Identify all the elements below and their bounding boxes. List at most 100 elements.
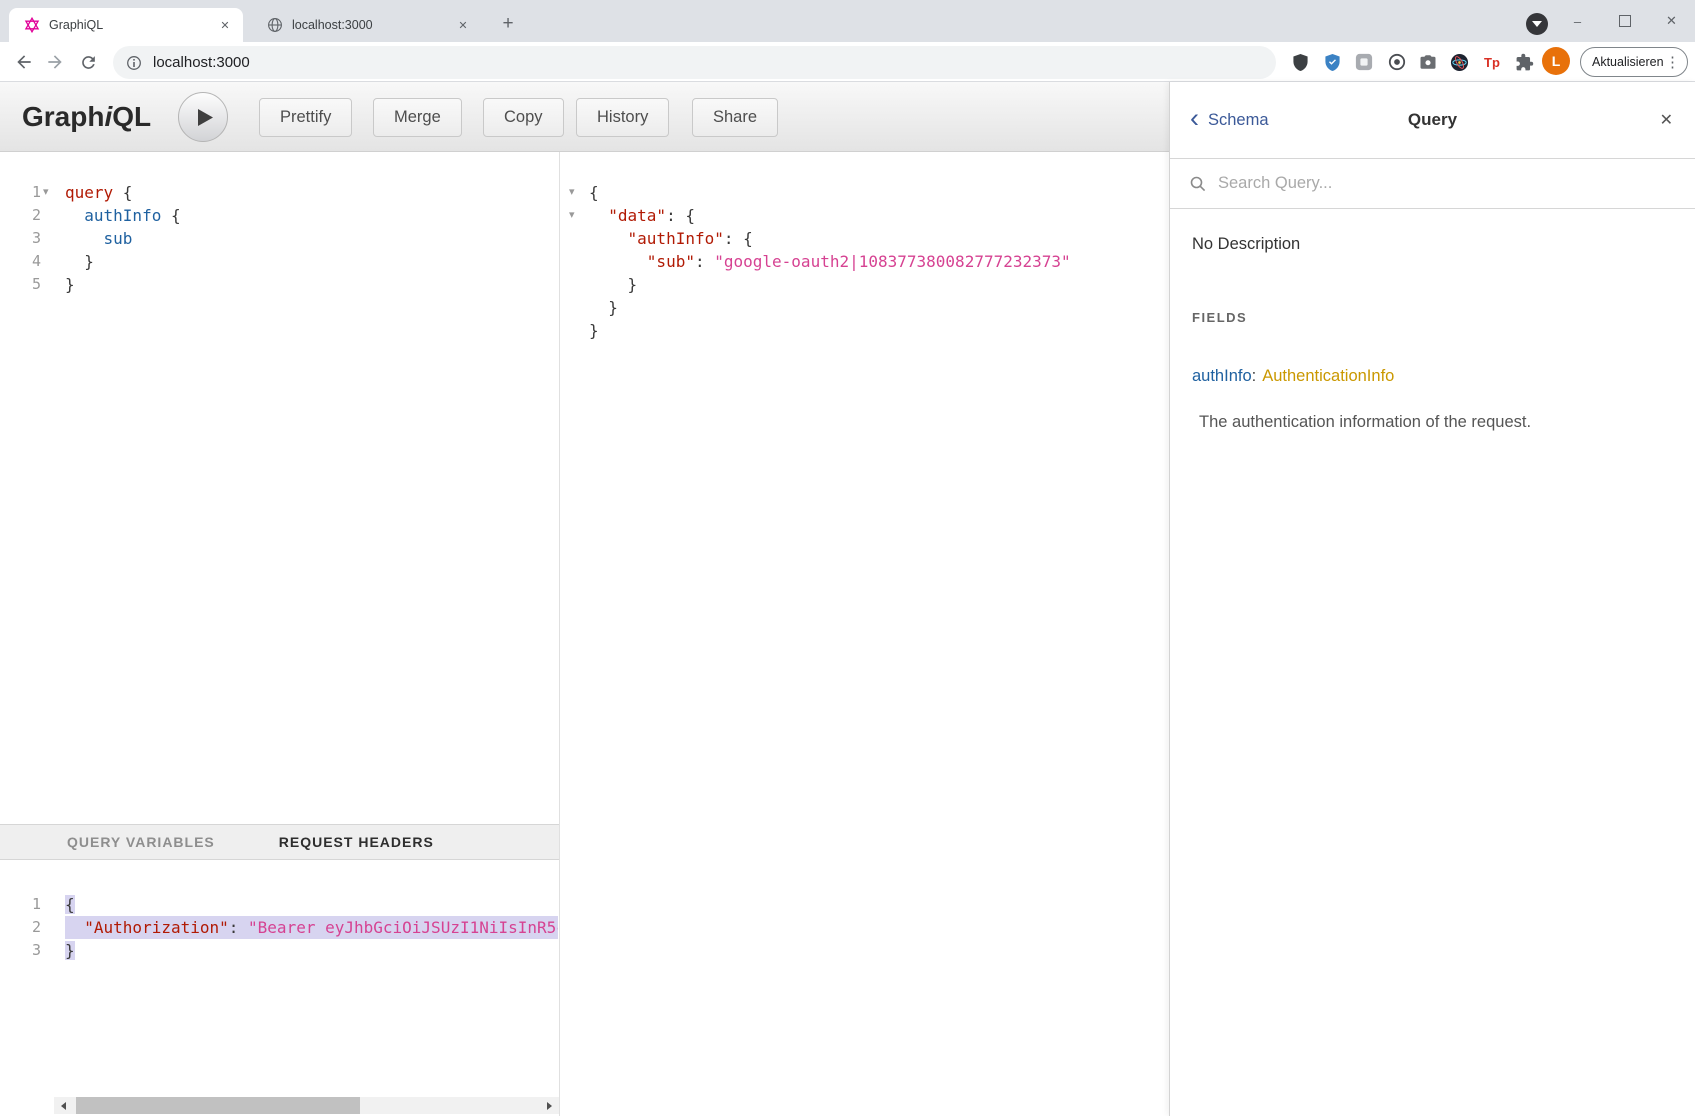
tab-close-icon[interactable]: ✕ bbox=[454, 16, 472, 34]
scroll-left-button[interactable] bbox=[54, 1097, 71, 1114]
line-number: 1 bbox=[0, 893, 54, 916]
forward-button[interactable] bbox=[41, 48, 69, 76]
doc-search-input[interactable] bbox=[1216, 173, 1640, 194]
browser-menu-icon[interactable]: ⋮ bbox=[1665, 53, 1680, 71]
record-extension-icon[interactable] bbox=[1385, 50, 1409, 74]
horizontal-scrollbar[interactable] bbox=[54, 1097, 559, 1114]
line-number: 2 bbox=[0, 204, 54, 227]
field-name-link[interactable]: authInfo bbox=[1192, 367, 1252, 385]
doc-explorer-panel: ‹ Schema Query ✕ No Description FIELDS a… bbox=[1169, 82, 1695, 1116]
tab-query-variables[interactable]: QUERY VARIABLES bbox=[67, 834, 215, 850]
line-number: 4 bbox=[0, 250, 54, 273]
doc-close-button[interactable]: ✕ bbox=[1660, 110, 1673, 130]
minimize-button[interactable]: – bbox=[1554, 0, 1601, 42]
shield-blue-extension-icon[interactable] bbox=[1320, 50, 1344, 74]
code-line: } bbox=[589, 319, 1169, 342]
browser-toolbar: localhost:3000 Tp L Aktualisieren ⋮ bbox=[0, 42, 1695, 82]
headers-editor-gutter: 123 bbox=[0, 861, 54, 962]
browser-tab-strip: GraphiQL ✕ localhost:3000 ✕ + – ✕ bbox=[0, 0, 1695, 42]
maximize-icon bbox=[1619, 15, 1631, 27]
site-info-icon[interactable] bbox=[126, 55, 142, 71]
doc-explorer-content: No Description FIELDS authInfo: Authentic… bbox=[1170, 209, 1695, 458]
reload-button[interactable] bbox=[74, 48, 102, 76]
code-line: "data": { bbox=[589, 204, 1169, 227]
graphql-logo-icon bbox=[24, 17, 40, 33]
address-bar[interactable]: localhost:3000 bbox=[113, 46, 1276, 79]
query-editor-gutter: 12345 bbox=[0, 152, 54, 296]
back-button[interactable] bbox=[10, 48, 38, 76]
window-controls: – ✕ bbox=[1554, 0, 1695, 42]
type-description: No Description bbox=[1192, 235, 1673, 254]
extensions-puzzle-icon[interactable] bbox=[1512, 50, 1536, 74]
line-number: 3 bbox=[0, 939, 54, 962]
atom-extension-icon[interactable] bbox=[1447, 50, 1471, 74]
address-text: localhost:3000 bbox=[153, 54, 250, 71]
code-line: { bbox=[65, 893, 558, 916]
back-icon bbox=[14, 52, 34, 72]
code-line: "Authorization": "Bearer eyJhbGciOiJSUzI… bbox=[65, 916, 558, 939]
reload-icon bbox=[79, 53, 98, 72]
code-line: query { bbox=[65, 181, 558, 204]
execute-query-button[interactable] bbox=[178, 92, 228, 142]
merge-button[interactable]: Merge bbox=[373, 98, 462, 137]
box-extension-icon[interactable] bbox=[1352, 50, 1376, 74]
fields-section-header: FIELDS bbox=[1192, 310, 1673, 325]
search-icon bbox=[1190, 176, 1206, 192]
tab-title: GraphiQL bbox=[49, 18, 216, 32]
field-colon: : bbox=[1252, 367, 1257, 385]
secondary-editor-titlebar: QUERY VARIABLES REQUEST HEADERS bbox=[0, 824, 559, 860]
fold-toggle-icon[interactable]: ▾ bbox=[43, 181, 49, 204]
scroll-left-icon bbox=[57, 1102, 66, 1110]
doc-explorer-title: Query bbox=[1170, 110, 1695, 130]
query-editor[interactable]: query { authInfo { sub }} bbox=[54, 152, 558, 824]
logo-text: QL bbox=[112, 101, 151, 133]
close-window-button[interactable]: ✕ bbox=[1648, 0, 1695, 42]
browser-tab-localhost[interactable]: localhost:3000 ✕ bbox=[252, 8, 481, 42]
scrollbar-thumb[interactable] bbox=[76, 1097, 360, 1114]
profile-avatar[interactable]: L bbox=[1542, 47, 1570, 75]
code-line: "sub": "google-oauth2|108377380082777232… bbox=[589, 250, 1169, 273]
chrome-update-button[interactable]: Aktualisieren ⋮ bbox=[1580, 47, 1688, 77]
browser-update-indicator-icon[interactable] bbox=[1526, 13, 1548, 35]
tp-extension-icon[interactable]: Tp bbox=[1480, 50, 1504, 74]
screen: GraphiQL ✕ localhost:3000 ✕ + – ✕ bbox=[0, 0, 1695, 1116]
field-type-link[interactable]: AuthenticationInfo bbox=[1262, 367, 1394, 385]
prettify-button[interactable]: Prettify bbox=[259, 98, 352, 137]
doc-search-row bbox=[1170, 159, 1695, 209]
tab-close-icon[interactable]: ✕ bbox=[216, 16, 234, 34]
code-line: } bbox=[65, 939, 558, 962]
code-line: { bbox=[589, 181, 1169, 204]
camera-extension-icon[interactable] bbox=[1416, 50, 1440, 74]
code-line: } bbox=[589, 273, 1169, 296]
tab-title: localhost:3000 bbox=[292, 18, 454, 32]
code-line: } bbox=[65, 273, 558, 296]
history-button[interactable]: History bbox=[576, 98, 669, 137]
tab-request-headers[interactable]: REQUEST HEADERS bbox=[279, 834, 434, 850]
line-number: 5 bbox=[0, 273, 54, 296]
field-description: The authentication information of the re… bbox=[1199, 413, 1673, 432]
forward-icon bbox=[45, 52, 65, 72]
graphiql-logo: GraphiQL bbox=[22, 82, 151, 151]
play-icon bbox=[197, 108, 214, 127]
query-pane: 12345 ▾ query { authInfo { sub }} QUERY … bbox=[0, 152, 560, 1116]
result-pane: ▾ ▾ { "data": { "authInfo": { "sub": "go… bbox=[561, 152, 1169, 1116]
code-line: } bbox=[65, 250, 558, 273]
shield-dark-extension-icon[interactable] bbox=[1288, 50, 1312, 74]
field-row-authinfo: authInfo: AuthenticationInfo bbox=[1192, 367, 1673, 386]
code-line: "authInfo": { bbox=[589, 227, 1169, 250]
code-line: authInfo { bbox=[65, 204, 558, 227]
code-line: } bbox=[589, 296, 1169, 319]
minimize-icon: – bbox=[1574, 14, 1581, 29]
scroll-right-button[interactable] bbox=[542, 1097, 559, 1114]
scroll-right-icon bbox=[547, 1102, 556, 1110]
copy-button[interactable]: Copy bbox=[483, 98, 564, 137]
code-line: sub bbox=[65, 227, 558, 250]
logo-text: Graph bbox=[22, 101, 104, 133]
close-icon: ✕ bbox=[1666, 13, 1677, 29]
maximize-button[interactable] bbox=[1601, 0, 1648, 42]
browser-tab-graphiql[interactable]: GraphiQL ✕ bbox=[9, 8, 243, 42]
share-button[interactable]: Share bbox=[692, 98, 778, 137]
headers-editor[interactable]: { "Authorization": "Bearer eyJhbGciOiJSU… bbox=[54, 861, 558, 1097]
new-tab-button[interactable]: + bbox=[494, 10, 522, 38]
line-number: 3 bbox=[0, 227, 54, 250]
